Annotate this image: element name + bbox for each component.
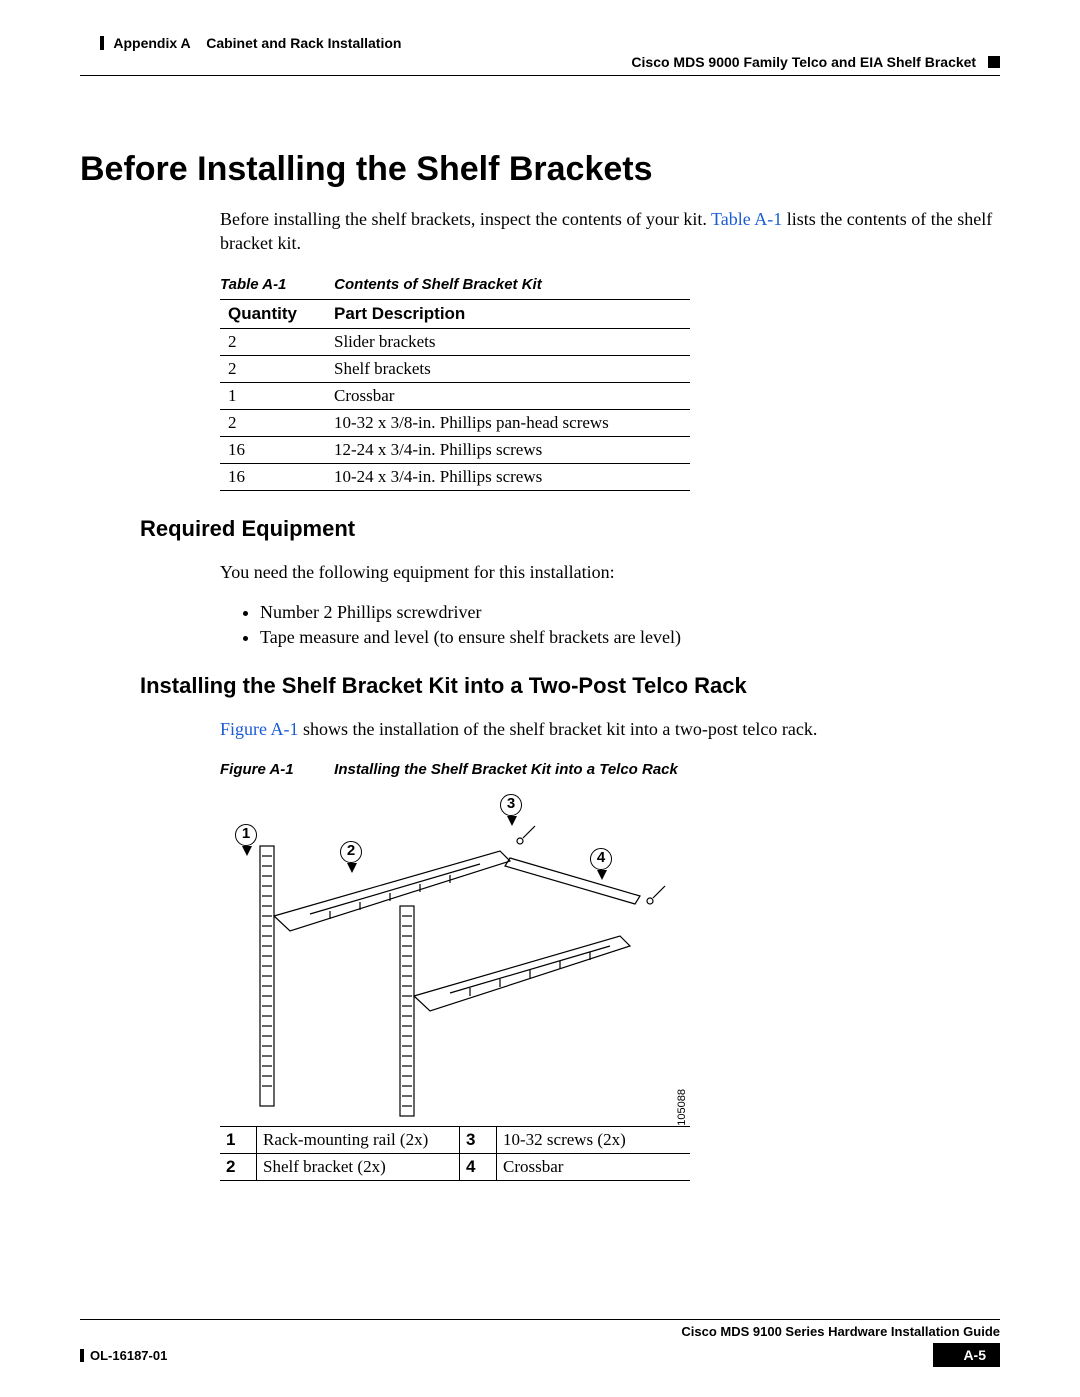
arrow-icon <box>347 863 357 873</box>
intro-paragraph: Before installing the shelf brackets, in… <box>220 207 1000 256</box>
figure-ref-link[interactable]: Figure A-1 <box>220 719 299 739</box>
install-heading: Installing the Shelf Bracket Kit into a … <box>140 673 1000 699</box>
table-row: 1 Rack-mounting rail (2x) 3 10-32 screws… <box>220 1127 690 1154</box>
kit-contents-table: Quantity Part Description 2Slider bracke… <box>220 299 690 491</box>
figure-caption-number: Figure A-1 <box>220 761 330 778</box>
list-item: Number 2 Phillips screwdriver <box>260 602 1000 623</box>
equipment-list: Number 2 Phillips screwdriver Tape measu… <box>260 602 1000 648</box>
figure-illustration: 1 2 3 4 105088 <box>220 786 690 1126</box>
figure-caption-text: Installing the Shelf Bracket Kit into a … <box>334 761 678 778</box>
footer-doc-number: OL-16187-01 <box>80 1348 167 1363</box>
page-number: A-5 <box>933 1343 1000 1367</box>
list-item: Tape measure and level (to ensure shelf … <box>260 627 1000 648</box>
table-row: 1Crossbar <box>220 382 690 409</box>
figure-legend-table: 1 Rack-mounting rail (2x) 3 10-32 screws… <box>220 1126 690 1181</box>
figure-id: 105088 <box>676 1089 688 1126</box>
col-description: Part Description <box>326 299 690 328</box>
arrow-icon <box>597 870 607 880</box>
header-left: Appendix A Cabinet and Rack Installation <box>100 35 401 51</box>
table-caption-text: Contents of Shelf Bracket Kit <box>334 276 542 293</box>
table-row: 210-32 x 3/8-in. Phillips pan-head screw… <box>220 409 690 436</box>
table-header-row: Quantity Part Description <box>220 299 690 328</box>
required-equipment-heading: Required Equipment <box>140 516 1000 542</box>
arrow-icon <box>507 816 517 826</box>
header-right: Cisco MDS 9000 Family Telco and EIA Shel… <box>631 54 1000 70</box>
page-title: Before Installing the Shelf Brackets <box>80 150 1000 189</box>
telco-rack-diagram <box>220 786 690 1126</box>
equip-intro: You need the following equipment for thi… <box>220 560 1000 584</box>
figure-caption: Figure A-1 Installing the Shelf Bracket … <box>220 761 1000 778</box>
running-footer: Cisco MDS 9100 Series Hardware Installat… <box>80 1319 1000 1367</box>
install-text-b: shows the installation of the shelf brac… <box>299 719 818 739</box>
table-row: 2 Shelf bracket (2x) 4 Crossbar <box>220 1154 690 1181</box>
table-row: 1612-24 x 3/4-in. Phillips screws <box>220 436 690 463</box>
header-appendix: Appendix A <box>113 35 190 51</box>
header-square-icon <box>988 56 1000 68</box>
table-row: 2Shelf brackets <box>220 355 690 382</box>
table-row: 1610-24 x 3/4-in. Phillips screws <box>220 463 690 490</box>
running-header: Appendix A Cabinet and Rack Installation… <box>80 30 1000 90</box>
header-chapter: Cabinet and Rack Installation <box>206 35 401 51</box>
table-row: 2Slider brackets <box>220 328 690 355</box>
intro-text-a: Before installing the shelf brackets, in… <box>220 209 711 229</box>
table-caption: Table A-1 Contents of Shelf Bracket Kit <box>220 276 1000 293</box>
header-section: Cisco MDS 9000 Family Telco and EIA Shel… <box>631 54 976 70</box>
col-quantity: Quantity <box>220 299 326 328</box>
table-caption-number: Table A-1 <box>220 276 330 293</box>
table-ref-link[interactable]: Table A-1 <box>711 209 782 229</box>
arrow-icon <box>242 846 252 856</box>
footer-title: Cisco MDS 9100 Series Hardware Installat… <box>80 1324 1000 1339</box>
install-paragraph: Figure A-1 shows the installation of the… <box>220 717 1000 741</box>
